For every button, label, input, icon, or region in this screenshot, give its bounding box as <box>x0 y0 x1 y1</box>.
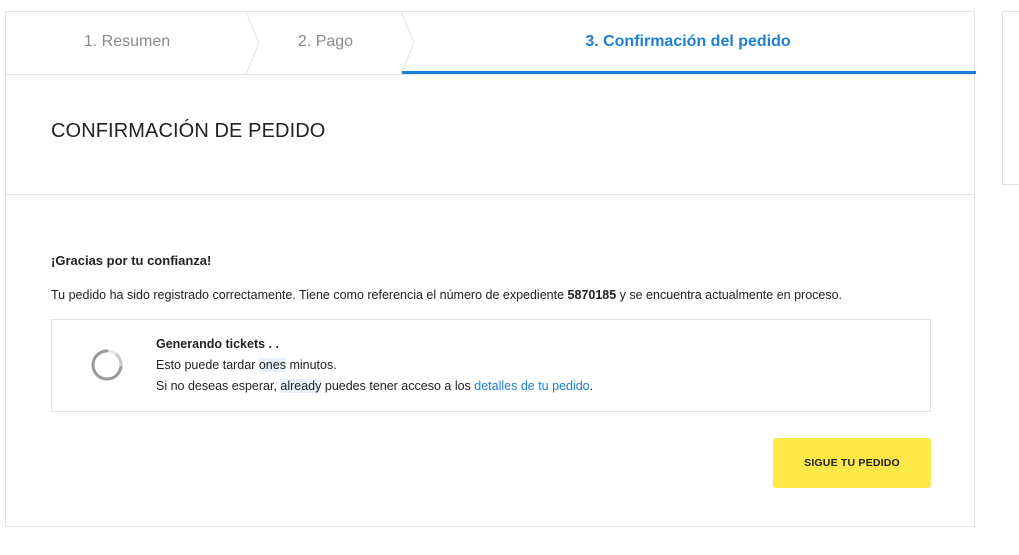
step-payment[interactable]: 2. Pago <box>248 12 403 72</box>
thanks-heading: ¡Gracias por tu confianza! <box>51 253 212 268</box>
side-panel <box>1002 11 1019 185</box>
ticket-generation-panel: Generando tickets . . Esto puede tardar … <box>51 319 931 412</box>
order-card: 1. Resumen 2. Pago 3. Confirmación del p… <box>5 11 976 527</box>
step-confirmation[interactable]: 3. Confirmación del pedido <box>402 12 974 72</box>
highlighted-word: ones <box>258 358 286 372</box>
wait-text-prefix: Esto puede tardar <box>156 358 259 372</box>
details-text-middle: puedes tener acceso a los <box>321 379 475 393</box>
order-details-link[interactable]: detalles de tu pedido <box>474 379 589 393</box>
details-text-suffix: . <box>589 379 594 393</box>
ticket-wait-message: Esto puede tardar ones minutos. <box>156 358 337 372</box>
details-text-prefix: Si no deseas esperar, <box>156 379 281 393</box>
highlighted-word: already <box>280 379 322 393</box>
step-summary[interactable]: 1. Resumen <box>6 12 248 72</box>
track-order-button[interactable]: SIGUE TU PEDIDO <box>773 438 931 488</box>
file-number: 5870185 <box>567 288 617 302</box>
ticket-status-title: Generando tickets . . <box>156 337 279 351</box>
page-title: CONFIRMACIÓN DE PEDIDO <box>51 120 326 142</box>
order-details-message: Si no deseas esperar, already puedes ten… <box>156 379 593 393</box>
registration-text-prefix: Tu pedido ha sido registrado correctamen… <box>51 288 568 302</box>
page-header: CONFIRMACIÓN DE PEDIDO <box>6 74 974 195</box>
checkout-steps: 1. Resumen 2. Pago 3. Confirmación del p… <box>6 12 976 75</box>
loading-spinner-icon <box>91 349 123 381</box>
registration-text-suffix: y se encuentra actualmente en proceso. <box>616 288 843 302</box>
wait-text-suffix: minutos. <box>285 358 337 372</box>
registration-message: Tu pedido ha sido registrado correctamen… <box>51 288 842 302</box>
